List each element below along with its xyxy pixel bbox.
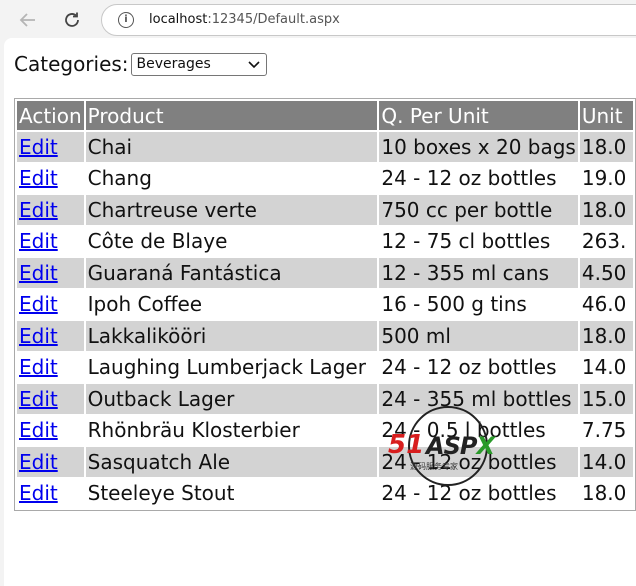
product-cell: Côte de Blaye bbox=[85, 226, 378, 256]
unit-cell: 4.50 bbox=[579, 258, 633, 288]
categories-label: Categories: bbox=[14, 52, 129, 76]
unit-cell: 14.0 bbox=[579, 447, 633, 477]
unit-cell: 19.0 bbox=[579, 163, 633, 193]
action-cell: Edit bbox=[17, 415, 84, 445]
action-cell: Edit bbox=[17, 195, 84, 225]
header-qty-per-unit: Q. Per Unit bbox=[379, 101, 578, 130]
qty-cell: 500 ml bbox=[379, 321, 578, 351]
header-unit: Unit bbox=[579, 101, 633, 130]
table-row: Edit Sasquatch Ale 24 - 12 oz bottles 14… bbox=[17, 447, 633, 477]
qty-cell: 16 - 500 g tins bbox=[379, 289, 578, 319]
table-row: Edit Chartreuse verte 750 cc per bottle … bbox=[17, 195, 633, 225]
chevron-down-icon bbox=[247, 60, 260, 68]
product-cell: Outback Lager bbox=[85, 384, 378, 414]
qty-cell: 24 - 0.5 l bottles bbox=[379, 415, 578, 445]
table-row: Edit Outback Lager 24 - 355 ml bottles 1… bbox=[17, 384, 633, 414]
product-cell: Chartreuse verte bbox=[85, 195, 378, 225]
table-header-row: Action Product Q. Per Unit Unit bbox=[17, 101, 633, 130]
back-arrow-icon bbox=[19, 13, 35, 27]
header-product: Product bbox=[85, 101, 378, 130]
edit-link[interactable]: Edit bbox=[19, 450, 58, 474]
unit-cell: 18.0 bbox=[579, 478, 633, 508]
action-cell: Edit bbox=[17, 226, 84, 256]
action-cell: Edit bbox=[17, 321, 84, 351]
table-row: Edit Chai 10 boxes x 20 bags 18.0 bbox=[17, 132, 633, 162]
action-cell: Edit bbox=[17, 132, 84, 162]
product-cell: Lakkalikööri bbox=[85, 321, 378, 351]
qty-cell: 750 cc per bottle bbox=[379, 195, 578, 225]
action-cell: Edit bbox=[17, 447, 84, 477]
edit-link[interactable]: Edit bbox=[19, 166, 58, 190]
action-cell: Edit bbox=[17, 384, 84, 414]
product-cell: Guaraná Fantástica bbox=[85, 258, 378, 288]
url-path: :12345/Default.aspx bbox=[207, 12, 340, 27]
qty-cell: 12 - 75 cl bottles bbox=[379, 226, 578, 256]
product-cell: Rhönbräu Klosterbier bbox=[85, 415, 378, 445]
action-cell: Edit bbox=[17, 478, 84, 508]
product-cell: Ipoh Coffee bbox=[85, 289, 378, 319]
unit-cell: 46.0 bbox=[579, 289, 633, 319]
table-row: Edit Lakkalikööri 500 ml 18.0 bbox=[17, 321, 633, 351]
product-cell: Laughing Lumberjack Lager bbox=[85, 352, 378, 382]
back-button[interactable] bbox=[14, 6, 42, 34]
edit-link[interactable]: Edit bbox=[19, 261, 58, 285]
table-row: Edit Ipoh Coffee 16 - 500 g tins 46.0 bbox=[17, 289, 633, 319]
page-content: Categories: Beverages Action Product Q. … bbox=[4, 38, 636, 586]
edit-link[interactable]: Edit bbox=[19, 324, 58, 348]
reload-icon bbox=[65, 12, 79, 27]
unit-cell: 18.0 bbox=[579, 195, 633, 225]
reload-button[interactable] bbox=[58, 6, 86, 34]
unit-cell: 15.0 bbox=[579, 384, 633, 414]
qty-cell: 10 boxes x 20 bags bbox=[379, 132, 578, 162]
product-cell: Chang bbox=[85, 163, 378, 193]
action-cell: Edit bbox=[17, 352, 84, 382]
unit-cell: 7.75 bbox=[579, 415, 633, 445]
category-select[interactable]: Beverages bbox=[130, 52, 267, 76]
product-cell: Sasquatch Ale bbox=[85, 447, 378, 477]
qty-cell: 24 - 12 oz bottles bbox=[379, 163, 578, 193]
url-host: localhost bbox=[149, 12, 208, 27]
info-icon[interactable]: i bbox=[118, 12, 134, 28]
edit-link[interactable]: Edit bbox=[19, 355, 58, 379]
edit-link[interactable]: Edit bbox=[19, 387, 58, 411]
qty-cell: 24 - 12 oz bottles bbox=[379, 352, 578, 382]
edit-link[interactable]: Edit bbox=[19, 135, 58, 159]
edit-link[interactable]: Edit bbox=[19, 292, 58, 316]
address-bar[interactable]: i localhost:12345/Default.aspx bbox=[101, 4, 636, 36]
category-filter: Categories: Beverages bbox=[14, 52, 267, 76]
url-text[interactable]: localhost:12345/Default.aspx bbox=[149, 12, 340, 27]
edit-link[interactable]: Edit bbox=[19, 229, 58, 253]
action-cell: Edit bbox=[17, 163, 84, 193]
action-cell: Edit bbox=[17, 289, 84, 319]
product-cell: Steeleye Stout bbox=[85, 478, 378, 508]
products-table: Action Product Q. Per Unit Unit Edit Cha… bbox=[14, 98, 636, 511]
product-cell: Chai bbox=[85, 132, 378, 162]
unit-cell: 263. bbox=[579, 226, 633, 256]
action-cell: Edit bbox=[17, 258, 84, 288]
edit-link[interactable]: Edit bbox=[19, 481, 58, 505]
qty-cell: 24 - 12 oz bottles bbox=[379, 447, 578, 477]
table-row: Edit Rhönbräu Klosterbier 24 - 0.5 l bot… bbox=[17, 415, 633, 445]
table-row: Edit Steeleye Stout 24 - 12 oz bottles 1… bbox=[17, 478, 633, 508]
qty-cell: 24 - 355 ml bottles bbox=[379, 384, 578, 414]
header-action: Action bbox=[17, 101, 84, 130]
unit-cell: 18.0 bbox=[579, 321, 633, 351]
unit-cell: 14.0 bbox=[579, 352, 633, 382]
table-row: Edit Côte de Blaye 12 - 75 cl bottles 26… bbox=[17, 226, 633, 256]
edit-link[interactable]: Edit bbox=[19, 418, 58, 442]
table-row: Edit Chang 24 - 12 oz bottles 19.0 bbox=[17, 163, 633, 193]
browser-toolbar: i localhost:12345/Default.aspx bbox=[0, 0, 636, 38]
unit-cell: 18.0 bbox=[579, 132, 633, 162]
table-row: Edit Guaraná Fantástica 12 - 355 ml cans… bbox=[17, 258, 633, 288]
edit-link[interactable]: Edit bbox=[19, 198, 58, 222]
qty-cell: 12 - 355 ml cans bbox=[379, 258, 578, 288]
table-row: Edit Laughing Lumberjack Lager 24 - 12 o… bbox=[17, 352, 633, 382]
qty-cell: 24 - 12 oz bottles bbox=[379, 478, 578, 508]
category-select-value: Beverages bbox=[136, 55, 211, 72]
